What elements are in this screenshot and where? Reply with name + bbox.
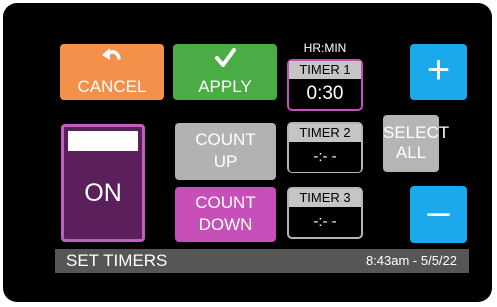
timer-3-name: TIMER 3 [289, 189, 361, 207]
timer-1-name: TIMER 1 [289, 61, 361, 79]
device-bezel: CANCEL APPLY HR:MIN TIMER 1 0:30 + ON CO… [3, 3, 492, 302]
screen-title: SET TIMERS [66, 251, 168, 270]
plus-icon: + [426, 48, 451, 92]
undo-arrow-icon [60, 46, 164, 75]
touch-screen: CANCEL APPLY HR:MIN TIMER 1 0:30 + ON CO… [55, 41, 469, 273]
count-down-line1: COUNT [195, 193, 256, 212]
select-all-button[interactable]: SELECT ALL [383, 115, 450, 172]
minus-icon: – [427, 190, 450, 234]
select-all-line1: SELECT [383, 123, 450, 142]
cancel-button[interactable]: CANCEL [60, 44, 164, 100]
count-down-line2: DOWN [198, 215, 253, 234]
timer-2-name: TIMER 2 [289, 124, 361, 142]
cancel-label: CANCEL [77, 77, 147, 96]
timer-2-value: -:- - [289, 142, 361, 172]
timer-1[interactable]: TIMER 1 0:30 [287, 59, 363, 111]
on-off-toggle[interactable]: ON [61, 124, 145, 242]
count-down-button[interactable]: COUNT DOWN [175, 187, 276, 242]
toggle-state-label: ON [84, 179, 122, 207]
toggle-indicator [68, 131, 138, 151]
timer-2[interactable]: TIMER 2 -:- - [287, 122, 363, 173]
date-time: 8:43am - 5/5/22 [365, 253, 457, 268]
select-all-line2: ALL [395, 143, 427, 162]
checkmark-icon [173, 46, 277, 77]
count-up-button[interactable]: COUNT UP [175, 123, 276, 180]
count-up-line1: COUNT [195, 130, 256, 149]
apply-label: APPLY [198, 77, 252, 96]
decrement-button[interactable]: – [410, 186, 467, 243]
apply-button[interactable]: APPLY [173, 44, 277, 100]
increment-button[interactable]: + [410, 44, 467, 100]
timer-unit-label: HR:MIN [303, 41, 347, 55]
count-up-line2: UP [213, 152, 238, 171]
timer-1-value: 0:30 [289, 79, 361, 109]
status-bar: SET TIMERS 8:43am - 5/5/22 [55, 249, 469, 273]
timer-3[interactable]: TIMER 3 -:- - [287, 187, 363, 239]
timer-3-value: -:- - [289, 207, 361, 237]
